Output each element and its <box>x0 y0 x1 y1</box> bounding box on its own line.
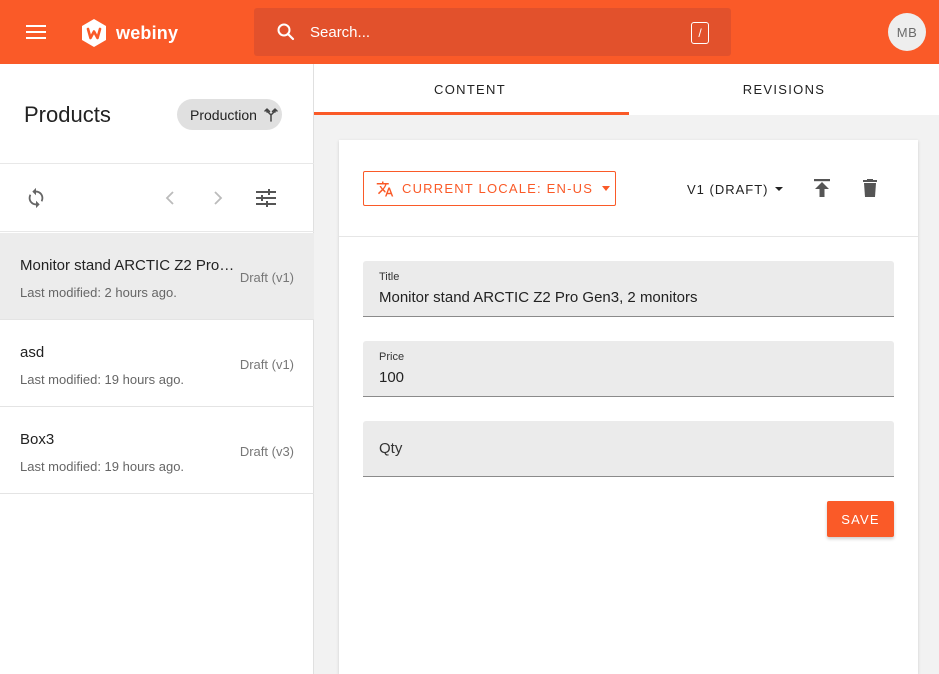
tab-revisions[interactable]: REVISIONS <box>628 64 939 115</box>
translate-icon <box>376 180 394 198</box>
global-search[interactable]: / <box>254 8 731 56</box>
caret-down-icon <box>601 185 611 192</box>
revision-selector-button[interactable]: V1 (DRAFT) <box>687 180 783 198</box>
page-title: Products <box>24 102 111 127</box>
save-button[interactable]: SAVE <box>827 501 894 537</box>
delete-icon[interactable] <box>858 176 882 200</box>
locale-selector-button[interactable]: CURRENT LOCALE: EN-US <box>363 171 616 206</box>
item-modified: Last modified: 2 hours ago. <box>20 285 177 300</box>
environment-label: Production <box>190 106 257 123</box>
form-header: CURRENT LOCALE: EN-US V1 (DRAFT) <box>339 140 918 237</box>
branch-icon <box>264 107 278 122</box>
environment-chip[interactable]: Production <box>177 99 282 130</box>
item-status: Draft (v3) <box>239 444 294 459</box>
qty-field-label: Qty <box>379 440 403 457</box>
chevron-left-icon[interactable] <box>158 186 182 210</box>
editor-tabs: CONTENT REVISIONS <box>314 64 939 115</box>
item-status: Draft (v1) <box>239 357 294 372</box>
price-field-value: 100 <box>379 369 405 386</box>
item-title: Box3 <box>20 431 55 448</box>
user-avatar[interactable]: MB <box>888 13 926 51</box>
version-label: V1 (DRAFT) <box>687 181 769 197</box>
refresh-icon[interactable] <box>24 186 48 210</box>
search-input[interactable] <box>310 20 690 44</box>
content-list-item[interactable]: asd Last modified: 19 hours ago. Draft (… <box>0 320 314 407</box>
tab-content[interactable]: CONTENT <box>314 64 626 115</box>
top-app-bar: webiny / MB <box>0 0 939 64</box>
content-list-item[interactable]: Box3 Last modified: 19 hours ago. Draft … <box>0 407 314 494</box>
item-title: asd <box>20 344 45 361</box>
item-title: Monitor stand ARCTIC Z2 Pro Gen3, 2 moni… <box>20 257 235 274</box>
webiny-logo-icon <box>82 19 106 47</box>
search-shortcut-key: / <box>691 22 709 44</box>
logo-text: webiny <box>116 22 179 43</box>
publish-icon[interactable] <box>810 176 834 200</box>
title-field-label: Title <box>379 271 400 283</box>
title-field[interactable]: Title Monitor stand ARCTIC Z2 Pro Gen3, … <box>363 261 894 317</box>
price-field[interactable]: Price 100 <box>363 341 894 397</box>
list-toolbar <box>0 163 314 232</box>
locale-label: CURRENT LOCALE: EN-US <box>402 181 594 196</box>
filter-sliders-icon[interactable] <box>254 186 278 210</box>
caret-down-icon <box>774 186 783 192</box>
chevron-right-icon[interactable] <box>206 186 230 210</box>
content-list-item[interactable]: Monitor stand ARCTIC Z2 Pro Gen3, 2 moni… <box>0 233 314 320</box>
active-tab-indicator <box>314 112 629 115</box>
title-field-value: Monitor stand ARCTIC Z2 Pro Gen3, 2 moni… <box>379 289 698 306</box>
qty-field[interactable]: Qty <box>363 421 894 477</box>
item-modified: Last modified: 19 hours ago. <box>20 459 185 474</box>
webiny-logo[interactable]: webiny <box>80 18 178 48</box>
item-modified: Last modified: 19 hours ago. <box>20 372 185 387</box>
search-icon <box>276 22 296 42</box>
item-status: Draft (v1) <box>239 270 294 285</box>
menu-icon[interactable] <box>24 20 48 44</box>
content-form-card: CURRENT LOCALE: EN-US V1 (DRAFT) Title M… <box>339 140 918 674</box>
content-list-panel: Products Production Monitor stand ARCTIC… <box>0 64 314 674</box>
price-field-label: Price <box>379 351 405 363</box>
